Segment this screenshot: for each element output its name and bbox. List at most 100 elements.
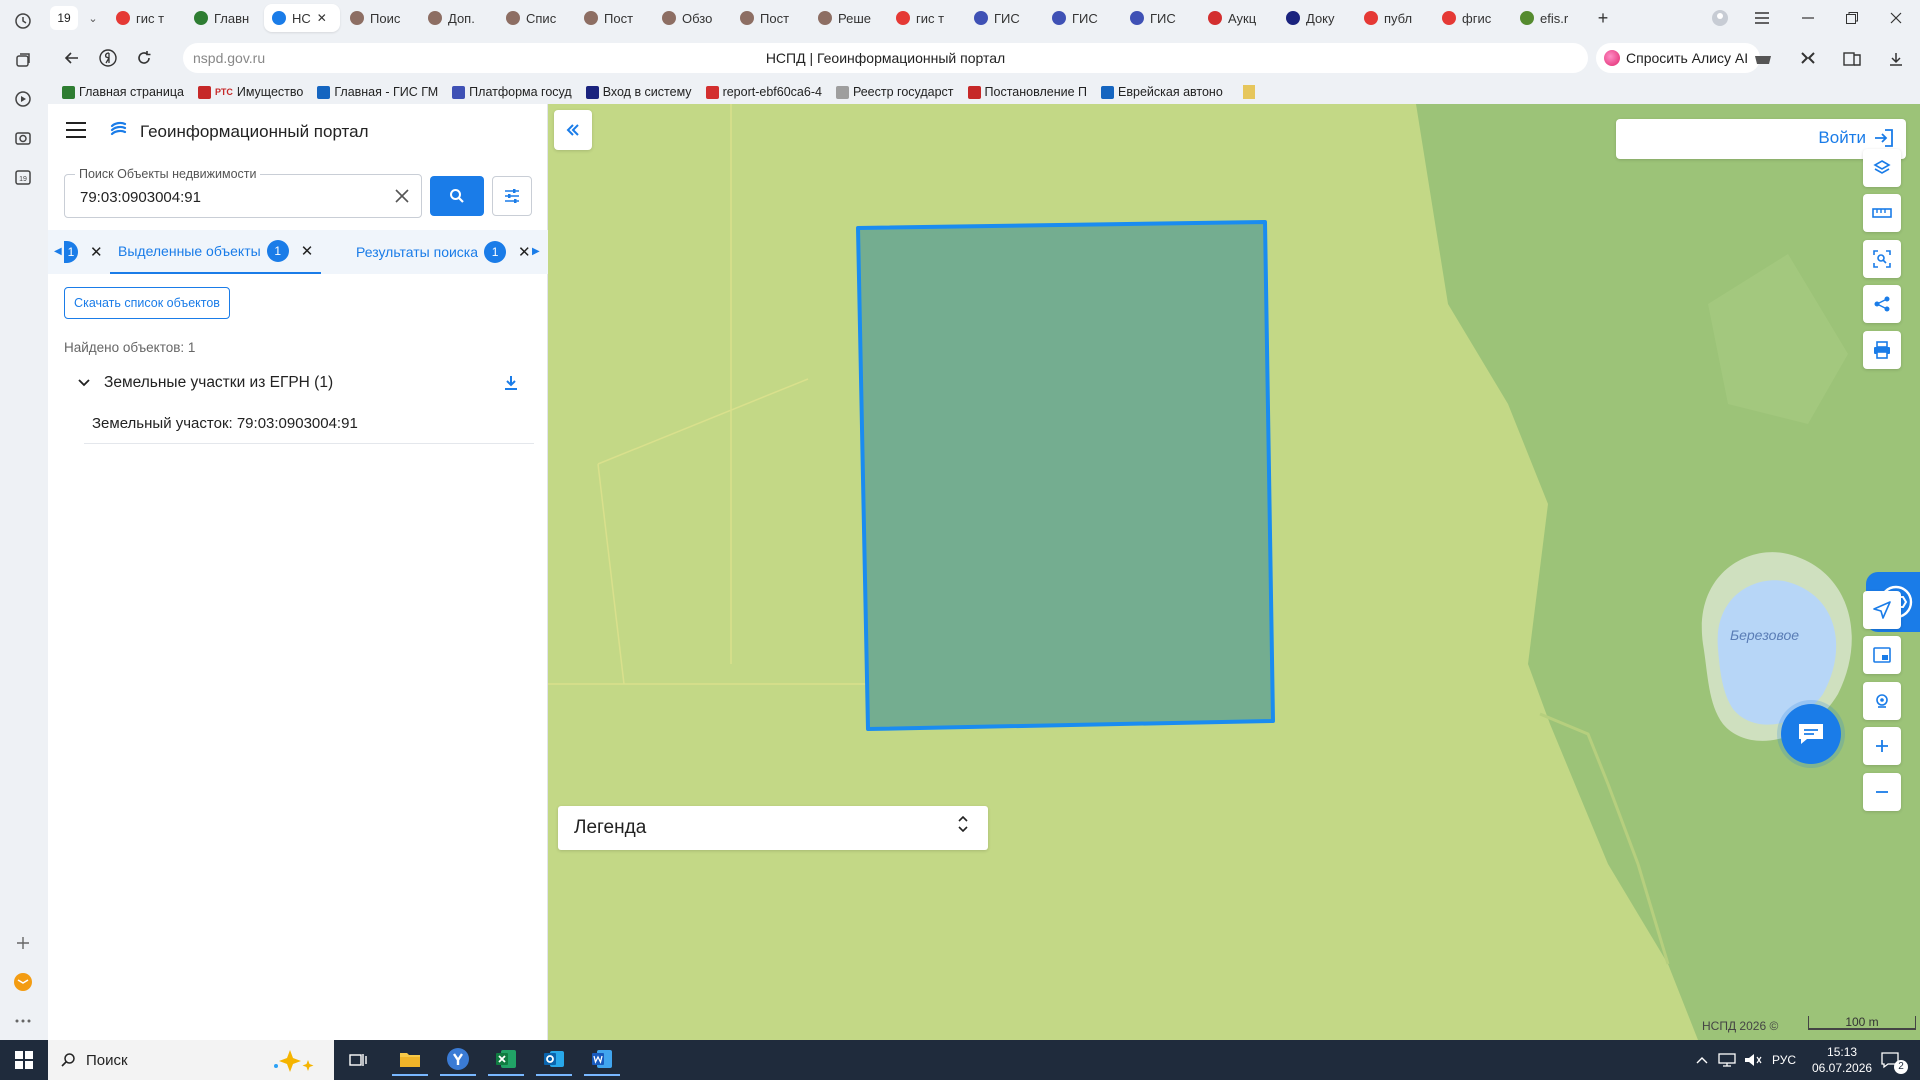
play-icon[interactable] [12, 88, 34, 110]
bookmark-item[interactable]: Еврейская автоно [1101, 85, 1233, 99]
layers-button[interactable] [1863, 149, 1901, 187]
browser-tab[interactable]: фгис [1434, 4, 1510, 32]
tabs-scroll-right-icon[interactable]: ▶ [532, 246, 542, 258]
browser-tab[interactable]: Спис [498, 4, 574, 32]
map-view[interactable]: Войти Березовое Легенда НСПД 2026 © 100 … [548, 104, 1920, 1040]
search-input[interactable]: Поиск Объекты недвижимости 79:03:0903004… [64, 167, 422, 218]
browser-tab[interactable]: гис т [108, 4, 184, 32]
bookmark-item[interactable]: РТС Имущество [197, 85, 313, 99]
collapse-panel-button[interactable] [554, 110, 592, 150]
bookmark-item[interactable]: Главная - ГИС ГМ [317, 85, 448, 99]
print-button[interactable] [1863, 331, 1901, 369]
file-explorer-icon[interactable] [392, 1044, 428, 1076]
browser-tab[interactable]: Доку [1278, 4, 1354, 32]
more-icon[interactable] [12, 1010, 34, 1032]
hamburger-menu-icon[interactable] [66, 122, 86, 138]
area-select-button[interactable] [1863, 240, 1901, 278]
close-tab-selected-icon[interactable]: ✕ [301, 242, 314, 260]
bookmark-item[interactable]: Реестр государст [835, 85, 964, 99]
bookmark-item[interactable]: Вход в систему [585, 85, 702, 99]
browser-tab[interactable]: ГИС [1044, 4, 1120, 32]
browser-tab[interactable]: Пост [732, 4, 808, 32]
tabs-scroll-left-icon[interactable]: ◀ [54, 246, 64, 258]
reading-list-icon[interactable] [1841, 49, 1863, 69]
browser-tab[interactable]: Поис [342, 4, 418, 32]
bookmark-item[interactable]: Платформа госуд [452, 85, 582, 99]
language-indicator[interactable]: РУС [1772, 1040, 1796, 1080]
browser-tab[interactable]: Аукц [1200, 4, 1276, 32]
group-download-icon[interactable] [502, 374, 520, 392]
search-button[interactable] [430, 176, 484, 216]
share-button[interactable] [1863, 285, 1901, 323]
zoom-in-button[interactable] [1863, 727, 1901, 765]
browser-tab[interactable]: Обзо [654, 4, 730, 32]
extension-icon[interactable] [1752, 49, 1774, 69]
browser-tab[interactable]: НС ✕ [264, 4, 340, 32]
browser-tab[interactable]: публ [1356, 4, 1432, 32]
taskbar-search[interactable]: Поиск [48, 1040, 334, 1080]
new-tab-button[interactable]: + [1590, 5, 1616, 31]
list-item[interactable]: Земельный участок: 79:03:0903004:91 [84, 404, 534, 444]
bookmark-item[interactable]: Постановление П [967, 85, 1097, 99]
browser-tab[interactable]: Пост [576, 4, 652, 32]
browser-tab[interactable]: efis.r [1512, 4, 1588, 32]
close-tab-results-icon[interactable]: ✕ [518, 243, 531, 261]
add-icon[interactable] [12, 932, 34, 954]
browser-tab[interactable]: гис т [888, 4, 964, 32]
minimap-button[interactable] [1863, 636, 1901, 674]
clock[interactable]: 15:13 06.07.2026 [1812, 1044, 1872, 1076]
reload-icon[interactable] [130, 44, 158, 72]
tray-chevron-up-icon[interactable] [1696, 1040, 1708, 1080]
group-header[interactable]: Земельные участки из ЕГРН (1) [78, 370, 528, 396]
download-list-button[interactable]: Скачать список объектов [64, 287, 230, 319]
back-icon[interactable] [58, 44, 86, 72]
browser-tab[interactable]: ГИС [1122, 4, 1198, 32]
excel-icon[interactable] [488, 1044, 524, 1076]
outlook-icon[interactable] [536, 1044, 572, 1076]
menu-icon[interactable] [1744, 4, 1780, 32]
extension-tool-icon[interactable] [1797, 49, 1819, 69]
clear-search-icon[interactable] [391, 185, 413, 207]
task-view-icon[interactable] [340, 1044, 376, 1076]
notifications-button[interactable]: 2 [1880, 1040, 1908, 1080]
profile-icon[interactable] [1702, 4, 1738, 32]
browser-tab[interactable]: Доп. [420, 4, 496, 32]
browser-tab[interactable]: Реше [810, 4, 886, 32]
tab-count-button[interactable]: 19 [50, 6, 78, 30]
restore-icon[interactable] [1834, 4, 1870, 32]
bookmark-item[interactable]: Главная страница [62, 85, 194, 99]
zoom-out-button[interactable] [1863, 773, 1901, 811]
tab-hidden[interactable]: 1 ✕ [64, 230, 103, 274]
collections-icon[interactable] [12, 49, 34, 71]
word-icon[interactable] [584, 1044, 620, 1076]
download-icon[interactable] [1885, 49, 1907, 69]
network-icon[interactable] [1718, 1040, 1736, 1080]
screenshot-icon[interactable] [12, 127, 34, 149]
browser-tab[interactable]: ГИС [966, 4, 1042, 32]
filter-button[interactable] [492, 176, 532, 216]
bookmark-folder-icon[interactable] [1242, 85, 1255, 99]
bookmark-item[interactable]: report-ebf60ca6-4 [705, 85, 832, 99]
ask-alice-button[interactable]: Спросить Алису AI [1596, 43, 1761, 73]
close-tab-icon[interactable]: ✕ [317, 11, 327, 25]
close-window-icon[interactable] [1878, 4, 1914, 32]
browser-tab[interactable]: Главн [186, 4, 262, 32]
calendar-icon[interactable]: 19 [12, 166, 34, 188]
login-button[interactable]: Войти [1818, 128, 1894, 148]
navigate-button[interactable] [1863, 591, 1901, 629]
locate-button[interactable] [1863, 682, 1901, 720]
yandex-icon[interactable] [94, 44, 122, 72]
tab-selected-objects[interactable]: Выделенные объекты 1 ✕ [110, 230, 322, 274]
close-tab-hidden-icon[interactable]: ✕ [90, 243, 103, 261]
volume-icon[interactable] [1744, 1040, 1762, 1080]
tabs-dropdown-icon[interactable]: ⌄ [78, 6, 108, 30]
minimize-icon[interactable] [1790, 4, 1826, 32]
mail-app-icon[interactable] [12, 971, 34, 993]
legend-dropdown[interactable]: Легенда [558, 806, 988, 850]
ruler-button[interactable] [1863, 194, 1901, 232]
tab-search-results[interactable]: Результаты поиска 1 ✕ [356, 230, 531, 274]
windows-start-icon[interactable] [6, 1044, 42, 1076]
url-field[interactable]: nspd.gov.ru НСПД | Геоинформационный пор… [183, 43, 1588, 73]
search-value[interactable]: 79:03:0903004:91 [80, 189, 201, 206]
yandex-browser-icon[interactable] [440, 1044, 476, 1076]
